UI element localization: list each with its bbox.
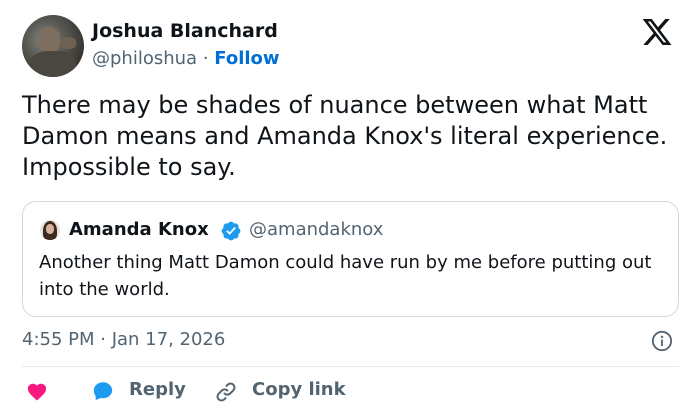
quoted-avatar[interactable]	[40, 220, 60, 240]
quoted-author-name: Amanda Knox	[69, 219, 209, 240]
reply-bubble-icon[interactable]	[92, 380, 114, 402]
author-handle[interactable]: @philoshua	[92, 48, 197, 69]
action-bar: Reply Copy link	[22, 376, 682, 406]
avatar[interactable]	[22, 15, 84, 77]
quoted-tweet-text: Another thing Matt Damon could have run …	[39, 252, 652, 300]
link-icon[interactable]	[214, 380, 238, 404]
author-name[interactable]: Joshua Blanchard	[92, 20, 278, 42]
quoted-tweet[interactable]: Amanda Knox @amandaknox Another thing Ma…	[22, 201, 679, 317]
tweet-text: There may be shades of nuance between wh…	[22, 91, 668, 181]
divider	[22, 366, 679, 367]
author-handle-line: @philoshua · Follow	[92, 48, 280, 69]
reply-button[interactable]: Reply	[129, 379, 186, 400]
tweet-timestamp[interactable]: 4:55 PM · Jan 17, 2026	[22, 329, 225, 350]
heart-icon[interactable]	[26, 381, 48, 401]
info-icon[interactable]	[651, 330, 673, 352]
x-logo-icon[interactable]	[640, 16, 674, 48]
follow-button[interactable]: Follow	[214, 48, 279, 69]
verified-badge-icon	[221, 221, 241, 241]
quoted-author-handle: @amandaknox	[249, 219, 384, 240]
copy-link-button[interactable]: Copy link	[252, 379, 346, 400]
separator-dot: ·	[202, 48, 209, 69]
